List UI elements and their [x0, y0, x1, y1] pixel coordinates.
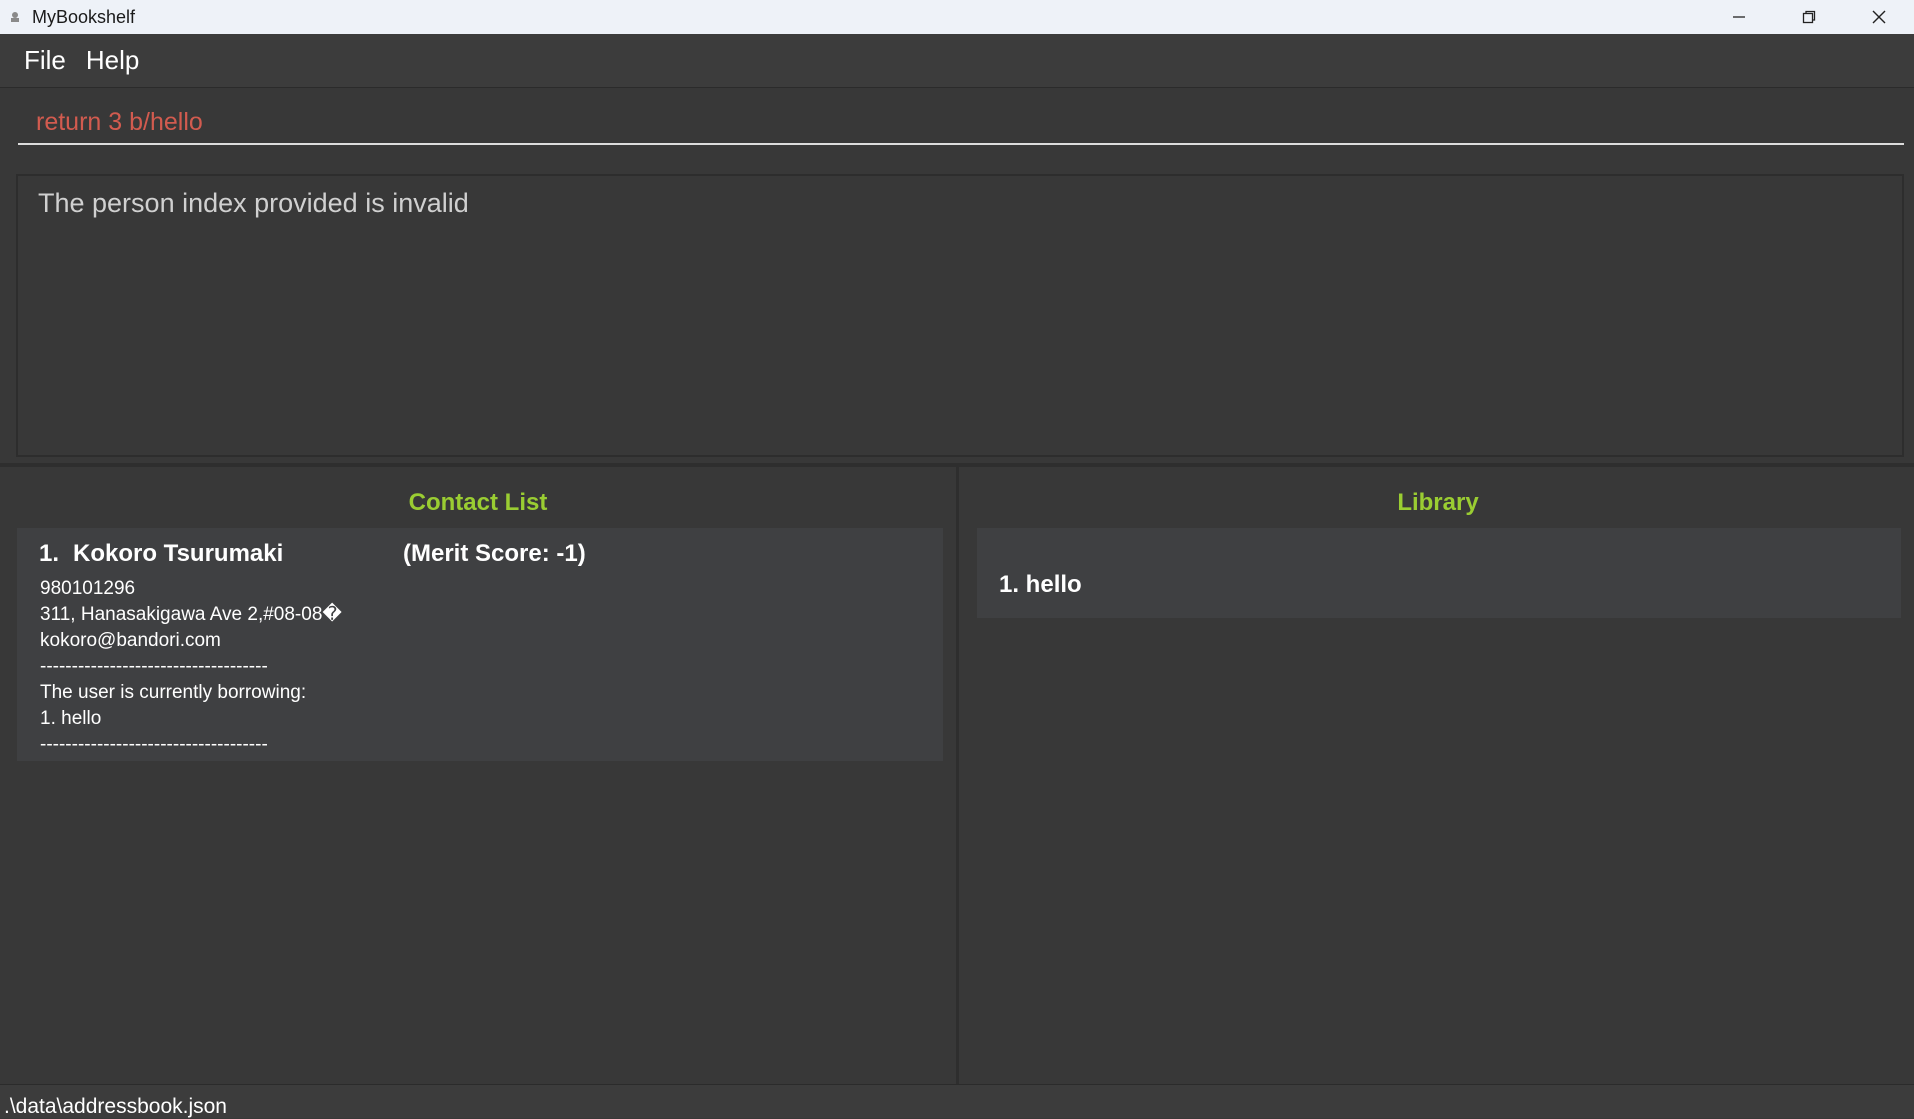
result-display: The person index provided is invalid [16, 174, 1904, 457]
borrowing-label: The user is currently borrowing: [40, 682, 307, 703]
borrowed-book: 1. hello [40, 708, 102, 729]
menu-help[interactable]: Help [76, 41, 149, 80]
close-button[interactable] [1844, 0, 1914, 34]
book-item: 1. hello [999, 571, 1082, 598]
merit-score: (Merit Score: -1) [403, 540, 586, 567]
result-message: The person index provided is invalid [38, 188, 469, 218]
window-controls [1704, 0, 1914, 34]
window-title: MyBookshelf [32, 6, 136, 27]
menu-file[interactable]: File [14, 41, 76, 80]
separator-line: ------------------------------------ [40, 656, 268, 677]
library-title: Library [1397, 489, 1479, 516]
close-icon [1872, 10, 1886, 24]
separator-line: ------------------------------------ [40, 734, 268, 755]
save-location: .\data\addressbook.json [4, 1095, 227, 1118]
command-input[interactable] [18, 101, 1904, 145]
person-phone: 980101296 [40, 578, 136, 599]
status-bar: .\data\addressbook.json [0, 1084, 1914, 1118]
restore-icon [1802, 10, 1816, 24]
person-name-line: 1. Kokoro Tsurumaki [39, 540, 283, 568]
minimize-button[interactable] [1704, 0, 1774, 34]
app-icon [8, 10, 22, 24]
contact-list-panel: Contact List 1. Kokoro Tsurumaki (Merit S… [0, 467, 959, 1084]
person-address: 311, Hanasakigawa Ave 2,#08-08� [40, 604, 342, 625]
minimize-icon [1733, 16, 1745, 18]
person-index: 1. [39, 540, 60, 567]
person-email: kokoro@bandori.com [40, 630, 221, 651]
title-bar: MyBookshelf [0, 0, 1914, 34]
restore-button[interactable] [1774, 0, 1844, 34]
person-name: Kokoro Tsurumaki [73, 540, 284, 567]
library-panel: Library 1. hello [962, 467, 1914, 1084]
book-card[interactable]: 1. hello [977, 528, 1901, 618]
contact-list-title: Contact List [408, 489, 548, 516]
menu-bar: File Help [0, 34, 1914, 88]
person-details: 980101296 311, Hanasakigawa Ave 2,#08-08… [40, 576, 342, 758]
person-card[interactable]: 1. Kokoro Tsurumaki (Merit Score: -1) 980… [17, 528, 943, 761]
command-box [0, 89, 1914, 165]
